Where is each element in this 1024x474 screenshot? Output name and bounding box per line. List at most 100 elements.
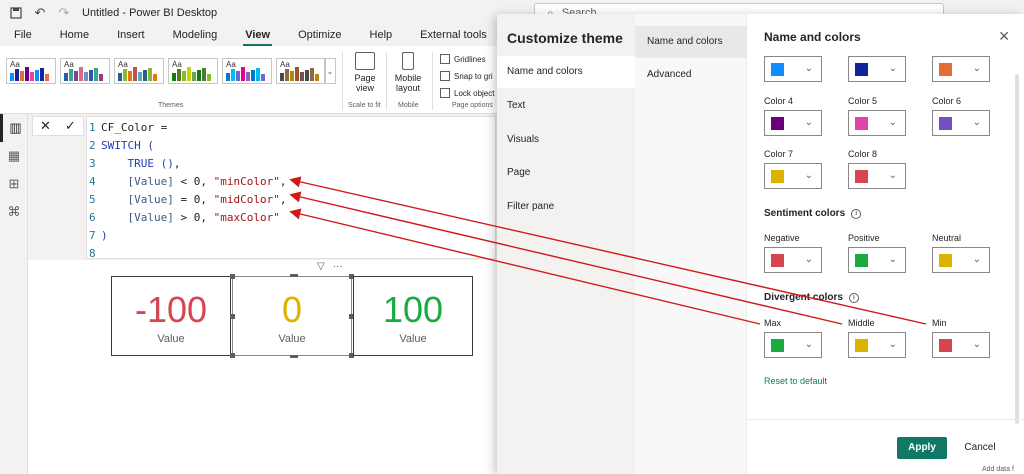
dax-query-icon[interactable]: ⌘	[0, 198, 28, 226]
color-square	[855, 339, 868, 352]
theme-thumbnail[interactable]: Aa	[222, 58, 272, 84]
color-label: Color 4	[764, 96, 794, 106]
color-picker[interactable]: ⌄	[848, 163, 906, 189]
resize-handle[interactable]	[230, 353, 235, 358]
chevron-down-icon: ⌄	[804, 63, 813, 74]
line-number: 1	[89, 121, 96, 134]
apply-button[interactable]: Apply	[897, 437, 947, 459]
card-value: 0	[281, 289, 303, 330]
color-label: Color 6	[932, 96, 962, 106]
card-visual-negative[interactable]: -100 Value	[111, 276, 231, 356]
color-picker[interactable]: ⌄	[932, 110, 990, 136]
info-icon: i	[851, 208, 862, 219]
sentiment-color-picker[interactable]: ⌄	[848, 247, 906, 273]
theme-thumbnail[interactable]: Aa	[6, 58, 56, 84]
color-label: Color 7	[764, 149, 794, 159]
undo-icon[interactable]: ↶	[32, 5, 48, 21]
tab-insert[interactable]: Insert	[103, 26, 159, 46]
theme-thumbnail[interactable]: Aa	[114, 58, 164, 84]
code-line: SWITCH (	[101, 139, 154, 152]
tab-view[interactable]: View	[231, 26, 284, 46]
color-square	[771, 117, 784, 130]
lock-objects-checkbox[interactable]: Lock object	[440, 88, 494, 98]
card-visual-zero[interactable]: 0 Value	[230, 274, 354, 358]
line-number: 4	[89, 175, 96, 188]
table-view-icon[interactable]: ▦	[0, 142, 28, 170]
card-value: 100	[382, 289, 444, 330]
nav-visuals[interactable]: Visuals	[497, 124, 635, 156]
divergent-color-picker[interactable]: ⌄	[848, 332, 906, 358]
subnav-name-and-colors[interactable]: Name and colors	[635, 26, 747, 58]
model-view-icon[interactable]: ⊞	[0, 170, 28, 198]
divider	[432, 52, 433, 110]
theme-thumbnail[interactable]: Aa	[276, 58, 326, 84]
nav-name-and-colors[interactable]: Name and colors	[497, 56, 635, 88]
mobile-layout-label: Mobile layout	[394, 73, 422, 93]
tab-help[interactable]: Help	[356, 26, 407, 46]
commit-formula-icon[interactable]: ✓	[65, 118, 76, 134]
report-view-icon[interactable]: ▥	[0, 114, 28, 142]
code-line: TRUE (),	[101, 157, 181, 170]
nav-filter-pane[interactable]: Filter pane	[497, 191, 635, 223]
save-icon[interactable]	[8, 5, 24, 21]
divergent-label: Max	[764, 318, 782, 328]
customize-theme-dialog: Customize theme Name and colors Text Vis…	[497, 14, 1024, 474]
dax-formula-editor[interactable]: 1 CF_Color = 2 SWITCH (3 TRUE (), 4 [Value] …	[86, 116, 496, 260]
color-label: Color 8	[848, 149, 878, 159]
tab-optimize[interactable]: Optimize	[284, 26, 355, 46]
dialog-main: Name and colors ✕ Sentiment colors i Dive…	[748, 14, 1024, 474]
page-view-button[interactable]: Page view	[350, 52, 380, 93]
info-icon: i	[848, 292, 859, 303]
theme-thumbnail[interactable]: Aa	[168, 58, 218, 84]
resize-handle[interactable]	[230, 314, 235, 319]
divergent-color-picker[interactable]: ⌄	[932, 332, 990, 358]
color-picker[interactable]: ⌄	[764, 56, 822, 82]
themes-gallery: Aa Aa Aa Aa Aa Aa	[6, 58, 326, 84]
themes-more-button[interactable]: ⌄	[324, 58, 336, 84]
nav-text[interactable]: Text	[497, 90, 635, 122]
sentiment-label: Negative	[764, 233, 800, 243]
theme-thumbnail[interactable]: Aa	[60, 58, 110, 84]
resize-handle[interactable]	[230, 274, 235, 279]
cancel-button[interactable]: Cancel	[955, 437, 1005, 459]
redo-icon[interactable]: ↷	[56, 5, 72, 21]
divergent-color-picker[interactable]: ⌄	[764, 332, 822, 358]
status-text: Add data f	[982, 466, 1014, 473]
color-picker[interactable]: ⌄	[848, 110, 906, 136]
tab-external-tools[interactable]: External tools	[406, 26, 501, 46]
color-picker[interactable]: ⌄	[764, 163, 822, 189]
scrollbar[interactable]	[1015, 74, 1019, 424]
resize-handle[interactable]	[290, 274, 298, 277]
sentiment-color-picker[interactable]: ⌄	[932, 247, 990, 273]
filter-icon[interactable]: ▽	[317, 261, 325, 272]
chevron-down-icon: ⌄	[804, 254, 813, 265]
tab-file[interactable]: File	[0, 26, 46, 46]
cancel-formula-icon[interactable]: ✕	[40, 118, 51, 134]
mobile-layout-button[interactable]: Mobile layout	[392, 52, 424, 93]
subnav-advanced[interactable]: Advanced	[635, 59, 747, 91]
chevron-down-icon: ⌄	[888, 339, 897, 350]
snap-to-grid-checkbox[interactable]: Snap to gri	[440, 71, 493, 81]
close-icon[interactable]: ✕	[998, 28, 1010, 45]
section-title: Name and colors	[764, 30, 861, 44]
color-picker[interactable]: ⌄	[848, 56, 906, 82]
tab-home[interactable]: Home	[46, 26, 103, 46]
card-label: Value	[157, 333, 185, 345]
mobile-icon	[402, 52, 414, 70]
divergent-title: Divergent colors i	[764, 292, 859, 303]
sentiment-color-picker[interactable]: ⌄	[764, 247, 822, 273]
view-rail: ▥ ▦ ⊞ ⌘	[0, 114, 28, 474]
nav-page[interactable]: Page	[497, 157, 635, 189]
gridlines-checkbox[interactable]: Gridlines	[440, 54, 486, 64]
color-square	[855, 117, 868, 130]
card-visual-positive[interactable]: 100 Value	[353, 276, 473, 356]
color-square	[939, 117, 952, 130]
reset-to-default-link[interactable]: Reset to default	[764, 376, 827, 386]
color-picker[interactable]: ⌄	[764, 110, 822, 136]
color-picker[interactable]: ⌄	[932, 56, 990, 82]
more-options-icon[interactable]: ···	[333, 261, 343, 272]
page-options-label: Page options	[452, 102, 493, 109]
code-line: CF_Color =	[101, 121, 168, 134]
tab-modeling[interactable]: Modeling	[159, 26, 232, 46]
resize-handle[interactable]	[290, 355, 298, 358]
